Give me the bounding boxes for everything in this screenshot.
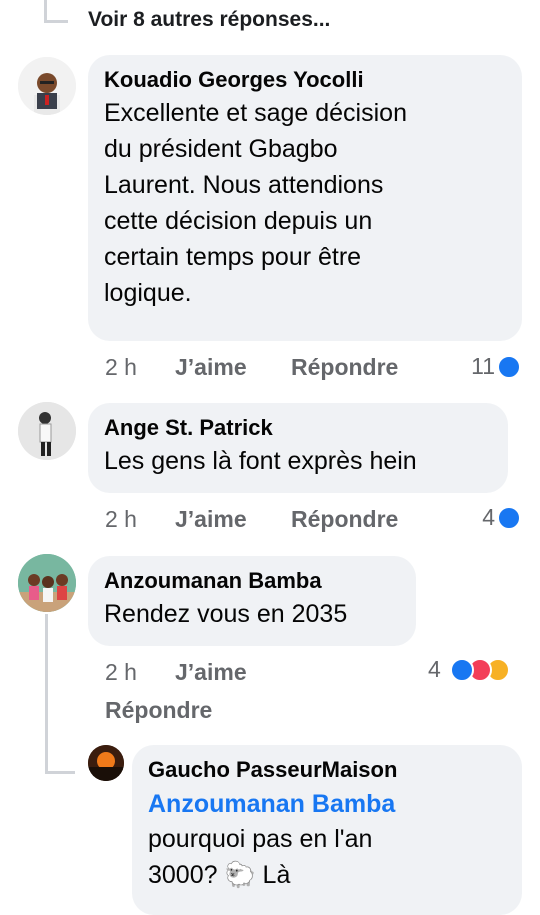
reaction-count[interactable]: 11 (440, 353, 525, 383)
reply-bubble: Gaucho PasseurMaison Anzoumanan Bamba po… (132, 745, 522, 915)
comment-text-line: Rendez vous en 2035 (104, 600, 348, 628)
comment-bubble: Kouadio Georges Yocolli Excellente et sa… (88, 55, 522, 341)
mention-link[interactable]: Anzoumanan Bamba (148, 787, 506, 821)
group-photo-icon (18, 554, 76, 612)
reply-button[interactable]: Répondre (105, 697, 212, 724)
reaction-count-number: 11 (471, 353, 495, 379)
thread-line-elbow-reply (45, 771, 75, 774)
like-reaction-icon (497, 355, 521, 379)
avatar[interactable] (18, 57, 76, 115)
reaction-count[interactable]: 4 (440, 504, 525, 534)
view-more-replies-link[interactable]: Voir 8 autres réponses... (88, 8, 330, 32)
reaction-count-number: 4 (482, 504, 495, 530)
like-button[interactable]: J’aime (175, 506, 247, 533)
comment-bubble: Ange St. Patrick Les gens là font exprès… (88, 403, 508, 493)
timestamp[interactable]: 2 h (105, 354, 137, 381)
sunset-photo-icon (88, 745, 124, 781)
timestamp[interactable]: 2 h (105, 506, 137, 533)
comment-text-line: certain temps pour être (104, 243, 362, 271)
like-reaction-icon (450, 658, 474, 682)
person-photo-icon (18, 402, 76, 460)
comment-author[interactable]: Kouadio Georges Yocolli (104, 65, 506, 95)
reply-text-line: 3000? 🐑 Là (148, 861, 291, 889)
reaction-count-number: 4 (428, 656, 441, 682)
thread-line-elbow-top (44, 20, 68, 23)
reply-author[interactable]: Gaucho PasseurMaison (148, 755, 506, 785)
comment-actions: 2 h J’aime Répondre (105, 659, 425, 729)
like-button[interactable]: J’aime (175, 354, 247, 381)
comment-text-line: Laurent. Nous attendions (104, 171, 384, 199)
comment-bubble: Anzoumanan Bamba Rendez vous en 2035 (88, 556, 416, 646)
like-reaction-icon (497, 506, 521, 530)
comment-text-line: du président Gbagbo (104, 135, 338, 163)
avatar[interactable] (18, 554, 76, 612)
comment-text-line: logique. (104, 279, 192, 307)
comment-text-line: Excellente et sage décision (104, 99, 407, 127)
comment-text-line: Les gens là font exprès hein (104, 447, 417, 475)
reply-button[interactable]: Répondre (291, 506, 398, 533)
comment-author[interactable]: Anzoumanan Bamba (104, 566, 400, 596)
reply-button[interactable]: Répondre (291, 354, 398, 381)
comment-author[interactable]: Ange St. Patrick (104, 413, 492, 443)
reaction-count[interactable]: 4 (410, 656, 525, 686)
like-button[interactable]: J’aime (175, 659, 247, 686)
comment-text-line: cette décision depuis un (104, 207, 373, 235)
thread-line-top (44, 0, 47, 22)
avatar[interactable] (18, 402, 76, 460)
timestamp[interactable]: 2 h (105, 659, 137, 686)
reply-text-line: pourquoi pas en l'an (148, 825, 373, 853)
thread-line-reply (45, 614, 48, 774)
person-photo-icon (18, 57, 76, 115)
avatar[interactable] (88, 745, 124, 781)
